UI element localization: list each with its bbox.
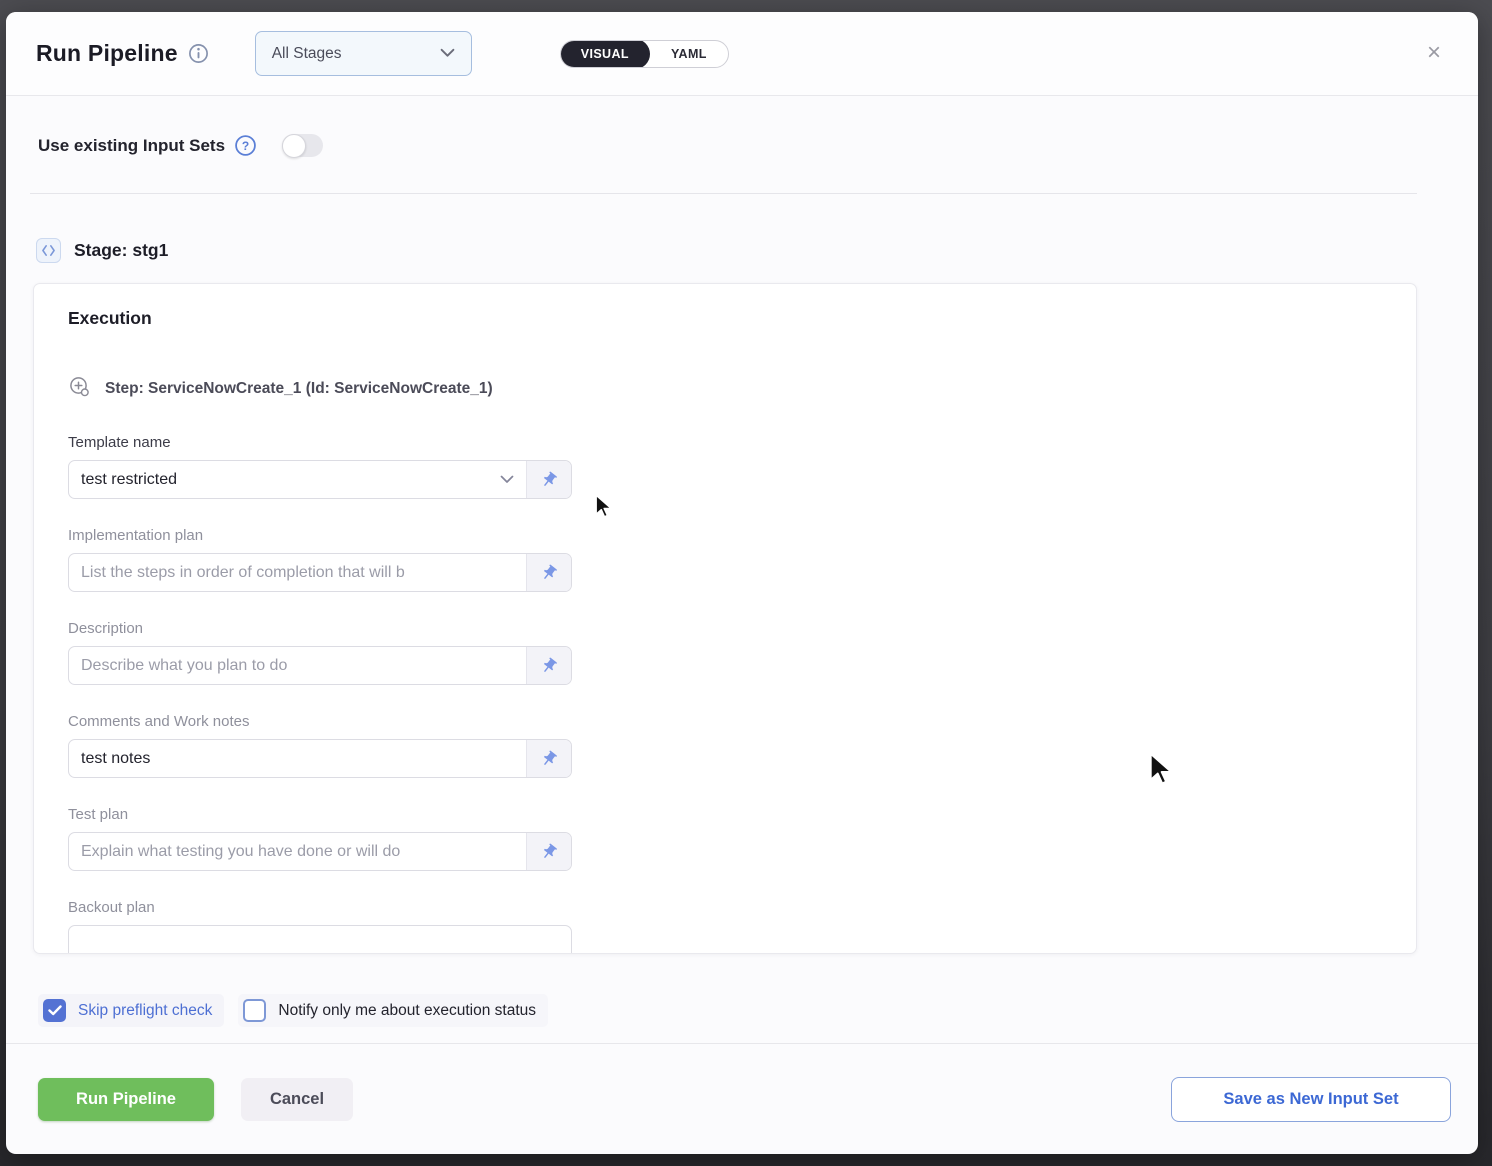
modal-footer: Run Pipeline Cancel Save as New Input Se… bbox=[6, 1043, 1478, 1154]
pin-icon[interactable] bbox=[526, 833, 571, 870]
pin-icon[interactable] bbox=[526, 740, 571, 777]
template-name-select[interactable]: test restricted bbox=[68, 460, 572, 499]
svg-text:?: ? bbox=[242, 139, 249, 153]
field-label-test-plan: Test plan bbox=[68, 806, 1382, 823]
skip-preflight-group[interactable]: Skip preflight check bbox=[38, 994, 224, 1027]
field-label-backout-plan: Backout plan bbox=[68, 899, 1382, 916]
stage-scope-select[interactable]: All Stages bbox=[255, 31, 472, 76]
execution-card: Execution Step: ServiceNowCreate_1 (Id: … bbox=[33, 283, 1417, 954]
modal-header: Run Pipeline All Stages VISUAL YAML × bbox=[6, 12, 1478, 96]
run-options-row: Skip preflight check Notify only me abou… bbox=[6, 954, 1478, 1027]
stage-title: Stage: stg1 bbox=[74, 240, 168, 261]
toggle-knob bbox=[282, 134, 306, 158]
test-plan-placeholder: Explain what testing you have done or wi… bbox=[81, 843, 400, 861]
field-label-template-name: Template name bbox=[68, 434, 1382, 451]
help-icon[interactable]: ? bbox=[234, 134, 257, 157]
stage-icon bbox=[36, 238, 61, 263]
test-plan-input[interactable]: Explain what testing you have done or wi… bbox=[68, 832, 572, 871]
notify-only-me-group[interactable]: Notify only me about execution status bbox=[238, 994, 548, 1027]
use-existing-input-sets-label: Use existing Input Sets bbox=[38, 136, 225, 156]
field-label-description: Description bbox=[68, 620, 1382, 637]
view-mode-toggle: VISUAL YAML bbox=[560, 40, 729, 68]
template-name-value: test restricted bbox=[81, 471, 177, 489]
step-plus-icon bbox=[68, 375, 91, 403]
info-icon[interactable] bbox=[188, 43, 209, 64]
notify-only-me-checkbox[interactable] bbox=[243, 999, 266, 1022]
step-row: Step: ServiceNowCreate_1 (Id: ServiceNow… bbox=[68, 375, 1382, 403]
step-title: Step: ServiceNowCreate_1 (Id: ServiceNow… bbox=[105, 380, 493, 398]
run-pipeline-modal: Run Pipeline All Stages VISUAL YAML × Us… bbox=[6, 12, 1478, 1154]
page-title: Run Pipeline bbox=[36, 40, 178, 67]
comments-work-notes-input[interactable]: test notes bbox=[68, 739, 572, 778]
field-label-implementation-plan: Implementation plan bbox=[68, 527, 1382, 544]
pin-icon[interactable] bbox=[526, 554, 571, 591]
skip-preflight-label: Skip preflight check bbox=[78, 1002, 212, 1020]
tab-yaml[interactable]: YAML bbox=[650, 40, 728, 68]
pin-icon[interactable] bbox=[526, 461, 571, 498]
input-sets-toggle[interactable] bbox=[282, 134, 323, 157]
stage-row: Stage: stg1 bbox=[6, 194, 1478, 263]
comments-work-notes-value: test notes bbox=[81, 750, 150, 768]
pin-icon[interactable] bbox=[526, 647, 571, 684]
chevron-down-icon bbox=[440, 45, 455, 63]
chevron-down-icon[interactable] bbox=[500, 461, 526, 498]
field-label-comments-work-notes: Comments and Work notes bbox=[68, 713, 1382, 730]
close-icon[interactable]: × bbox=[1418, 38, 1450, 70]
skip-preflight-checkbox[interactable] bbox=[43, 999, 66, 1022]
execution-heading: Execution bbox=[68, 308, 1382, 329]
template-name-value-area[interactable]: test restricted bbox=[69, 461, 500, 498]
save-as-new-input-set-button[interactable]: Save as New Input Set bbox=[1171, 1077, 1451, 1122]
description-input[interactable]: Describe what you plan to do bbox=[68, 646, 572, 685]
run-pipeline-button[interactable]: Run Pipeline bbox=[38, 1078, 214, 1121]
cancel-button[interactable]: Cancel bbox=[241, 1078, 353, 1121]
use-existing-input-sets-row: Use existing Input Sets ? bbox=[6, 96, 1478, 157]
description-placeholder: Describe what you plan to do bbox=[81, 657, 287, 675]
notify-only-me-label: Notify only me about execution status bbox=[278, 1002, 536, 1020]
tab-visual[interactable]: VISUAL bbox=[560, 40, 650, 68]
implementation-plan-placeholder: List the steps in order of completion th… bbox=[81, 564, 405, 582]
modal-body: Use existing Input Sets ? Stage: stg1 Ex… bbox=[6, 96, 1478, 1043]
backout-plan-input[interactable] bbox=[68, 925, 572, 954]
stage-scope-value: All Stages bbox=[272, 45, 440, 63]
implementation-plan-input[interactable]: List the steps in order of completion th… bbox=[68, 553, 572, 592]
